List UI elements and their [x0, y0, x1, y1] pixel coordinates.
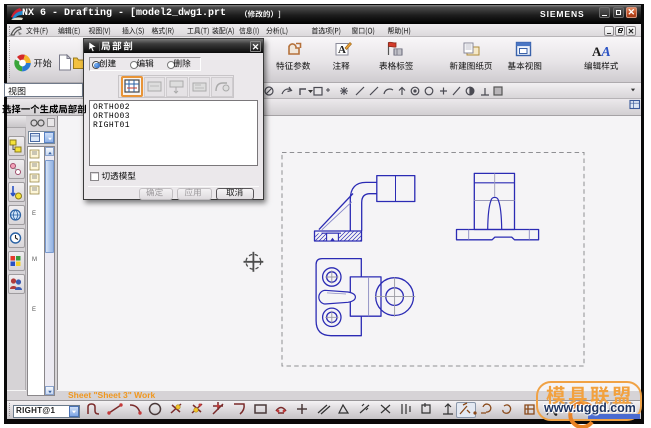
svg-text:A: A [338, 44, 346, 56]
svg-text:M: M [32, 257, 37, 263]
svg-text:E: E [32, 211, 36, 217]
svg-text:E: E [32, 307, 36, 313]
